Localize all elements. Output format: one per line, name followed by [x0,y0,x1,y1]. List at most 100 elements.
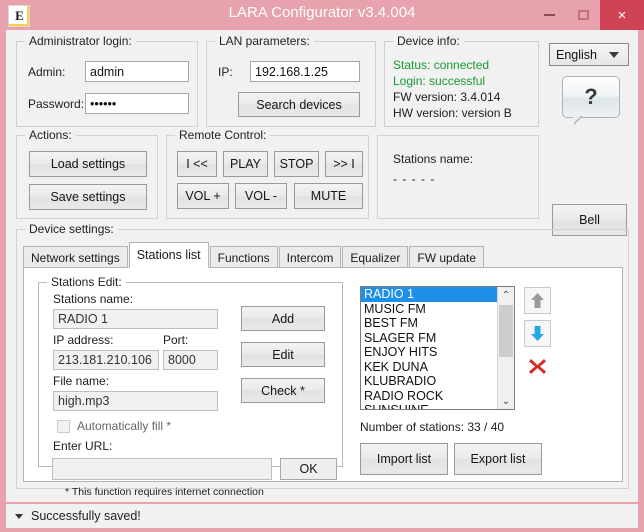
station-file-input[interactable] [53,391,218,411]
stations-listbox-items: RADIO 1 MUSIC FM BEST FM SLAGER FM ENJOY… [361,287,498,409]
mute-button[interactable]: MUTE [294,183,363,209]
station-name-input[interactable] [53,309,218,329]
station-ip-label: IP address: [53,333,114,347]
export-list-button[interactable]: Export list [454,443,542,475]
check-station-button[interactable]: Check * [241,378,325,403]
password-input[interactable] [85,93,189,114]
station-ip-input[interactable] [53,350,159,370]
lan-parameters-legend: LAN parameters: [215,34,314,48]
import-list-button[interactable]: Import list [360,443,448,475]
station-name-label: Stations name: [53,292,134,306]
language-select[interactable]: English [549,43,629,66]
tab-intercom-label: Intercom [286,250,334,265]
tab-network-settings[interactable]: Network settings [23,246,128,268]
volume-up-button[interactable]: VOL + [177,183,229,209]
close-button[interactable]: × [600,0,644,30]
volume-down-button[interactable]: VOL - [235,183,287,209]
password-label: Password: [28,97,85,111]
status-dropdown-icon[interactable] [15,513,23,519]
remote-control-group: Remote Control: I << PLAY STOP >> I VOL … [166,128,369,219]
app-window: E LARA Configurator v3.4.004 × Administr… [0,0,644,532]
maximize-icon [577,10,589,20]
ip-input[interactable] [250,61,360,82]
tab-equalizer-label: Equalizer [350,250,401,265]
admin-label: Admin: [28,65,66,79]
minimize-button[interactable] [532,0,566,30]
admin-input[interactable] [85,61,189,82]
tab-control: Network settings Stations list Functions… [23,242,623,498]
bubble-tail-icon [573,115,582,124]
play-button[interactable]: PLAY [223,151,268,177]
add-station-button[interactable]: Add [241,306,325,331]
tab-page-stations-list: Stations Edit: Stations name: IP address… [23,267,623,498]
actions-legend: Actions: [25,128,76,142]
actions-group: Actions: Load settings Save settings [16,128,158,219]
list-item[interactable]: SUNSHINE [361,403,498,409]
status-bar: Successfully saved! [6,504,638,528]
device-status: Status: connected [393,58,490,72]
search-devices-button[interactable]: Search devices [238,92,360,117]
remote-control-legend: Remote Control: [175,128,271,142]
url-input[interactable] [52,458,272,480]
delete-station-button[interactable] [524,353,551,380]
administrator-login-legend: Administrator login: [25,34,136,48]
save-settings-button[interactable]: Save settings [29,184,147,210]
list-item[interactable]: RADIO ROCK [361,389,498,404]
scrollbar-thumb[interactable] [499,305,513,357]
internet-footnote: * This function requires internet connec… [65,486,264,498]
stations-count-label: Number of stations: 33 / 40 [360,420,505,434]
list-item[interactable]: ENJOY HITS [361,345,498,360]
tab-stations-list-label: Stations list [136,248,201,262]
tab-functions-label: Functions [217,250,270,265]
load-settings-button[interactable]: Load settings [29,151,147,177]
stations-edit-group: Stations Edit: Stations name: IP address… [38,275,343,467]
list-item[interactable]: MUSIC FM [361,302,498,317]
list-item[interactable]: SLAGER FM [361,331,498,346]
station-file-label: File name: [53,374,110,388]
previous-button[interactable]: I << [177,151,217,177]
red-x-icon [529,359,546,374]
move-down-button[interactable] [524,320,551,347]
ip-label: IP: [218,65,233,79]
stations-listbox-scrollbar[interactable]: ⌃ ⌄ [497,287,514,409]
stations-name-panel: Stations name: - - - - - [377,135,539,219]
minimize-icon [543,14,555,16]
list-item[interactable]: RADIO 1 [361,287,498,302]
edit-station-button[interactable]: Edit [241,342,325,367]
scroll-up-icon[interactable]: ⌃ [498,287,514,303]
stop-button[interactable]: STOP [274,151,319,177]
station-port-input[interactable] [163,350,218,370]
help-button[interactable]: ? [562,76,620,124]
up-arrow-icon [531,293,544,308]
tab-intercom[interactable]: Intercom [278,246,342,268]
device-info-legend: Device info: [393,34,464,48]
enter-url-label: Enter URL: [53,439,113,453]
device-info-group: Device info: Status: connected Login: su… [384,34,539,127]
administrator-login-group: Administrator login: Admin: Password: [16,34,198,127]
device-login-status: Login: successful [393,74,486,88]
tab-equalizer[interactable]: Equalizer [342,246,409,268]
device-settings-group: Device settings: Network settings Statio… [16,222,629,498]
tab-stations-list[interactable]: Stations list [128,242,209,268]
title-bar: E LARA Configurator v3.4.004 × [0,0,644,30]
tab-fw-update-label: FW update [417,250,477,265]
move-up-button[interactable] [524,287,551,314]
device-settings-legend: Device settings: [25,222,118,236]
lan-parameters-group: LAN parameters: IP: Search devices [206,34,376,127]
tab-fw-update[interactable]: FW update [409,246,485,268]
list-item[interactable]: KLUBRADIO [361,374,498,389]
scroll-down-icon[interactable]: ⌄ [498,393,514,409]
automatically-fill-checkbox[interactable] [57,420,70,433]
list-item[interactable]: KEK DUNA [361,360,498,375]
stations-listbox[interactable]: RADIO 1 MUSIC FM BEST FM SLAGER FM ENJOY… [360,286,515,410]
next-button[interactable]: >> I [325,151,363,177]
list-item[interactable]: BEST FM [361,316,498,331]
maximize-button[interactable] [566,0,600,30]
app-icon-letter: E [15,8,24,23]
window-controls: × [532,0,644,30]
url-ok-button[interactable]: OK [280,458,337,480]
automatically-fill-label: Automatically fill * [77,419,172,433]
stations-name-panel-value: - - - - - [393,172,436,186]
status-message: Successfully saved! [31,509,141,523]
tab-functions[interactable]: Functions [209,246,278,268]
